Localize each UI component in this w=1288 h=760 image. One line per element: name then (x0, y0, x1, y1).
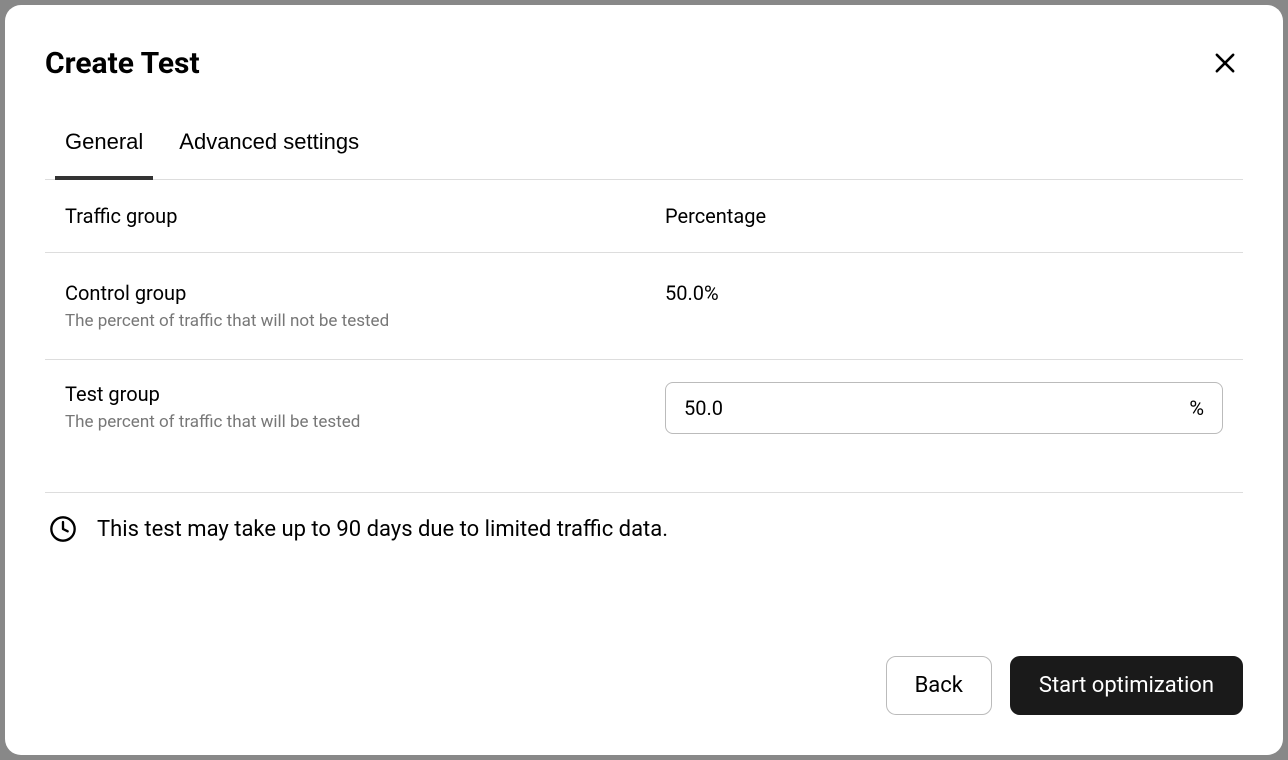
row-test-group: Test group The percent of traffic that w… (45, 360, 1243, 493)
control-group-desc: The percent of traffic that will not be … (65, 311, 665, 331)
tab-advanced-settings[interactable]: Advanced settings (179, 129, 359, 179)
row-control-group: Control group The percent of traffic tha… (45, 253, 1243, 360)
modal-title: Create Test (45, 46, 200, 81)
back-button[interactable]: Back (886, 656, 992, 715)
header-traffic-group: Traffic group (65, 204, 665, 228)
notice: This test may take up to 90 days due to … (45, 493, 1243, 565)
modal-header: Create Test (45, 45, 1243, 81)
test-group-input-wrap: % (665, 382, 1223, 434)
test-group-title: Test group (65, 382, 665, 406)
control-group-value: 50.0% (665, 281, 1223, 305)
modal-footer: Back Start optimization (45, 656, 1243, 715)
clock-icon (49, 515, 77, 543)
percent-suffix: % (1189, 396, 1204, 420)
tab-general[interactable]: General (65, 129, 143, 179)
header-percentage: Percentage (665, 204, 1223, 228)
table-header: Traffic group Percentage (45, 180, 1243, 253)
create-test-modal: Create Test General Advanced settings Tr… (5, 5, 1283, 755)
close-icon (1211, 49, 1239, 77)
test-group-input[interactable] (684, 396, 1189, 420)
tabs: General Advanced settings (45, 129, 1243, 180)
close-button[interactable] (1207, 45, 1243, 81)
start-optimization-button[interactable]: Start optimization (1010, 656, 1243, 715)
test-group-desc: The percent of traffic that will be test… (65, 412, 665, 432)
control-group-title: Control group (65, 281, 665, 305)
notice-text: This test may take up to 90 days due to … (97, 517, 668, 542)
